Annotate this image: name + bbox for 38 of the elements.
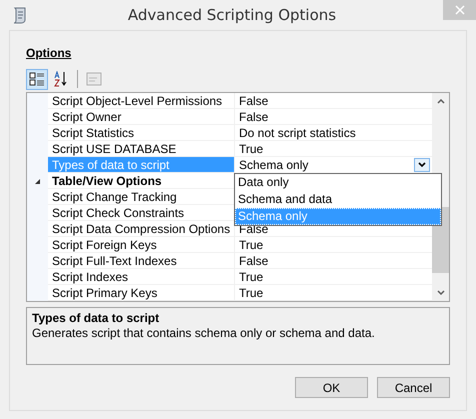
property-name[interactable]: Script Primary Keys (48, 285, 234, 301)
property-value[interactable]: Schema only (235, 157, 414, 173)
cancel-button[interactable]: Cancel (377, 377, 450, 398)
chevron-down-icon (436, 290, 444, 295)
category-label: Table/View Options (48, 173, 234, 189)
property-name[interactable]: Script USE DATABASE (48, 141, 234, 157)
property-name[interactable]: Script Indexes (48, 269, 234, 285)
categorized-icon (29, 71, 45, 87)
property-pages-icon (86, 72, 102, 86)
description-title: Types of data to script (32, 311, 160, 325)
scroll-icon (12, 6, 28, 24)
property-value: False (234, 109, 432, 125)
window-title: Advanced Scripting Options (126, 6, 338, 24)
property-value: True (234, 237, 432, 253)
property-value: True (234, 141, 432, 157)
dropdown-button[interactable] (414, 158, 430, 172)
property-name[interactable]: Script Data Compression Options (48, 221, 234, 237)
property-name[interactable]: Script Foreign Keys (48, 237, 234, 253)
description-text: Generates script that contains schema only or schema and data. (32, 326, 375, 340)
property-name[interactable]: Script Object-Level Permissions (48, 93, 234, 109)
chevron-up-icon (436, 99, 444, 104)
property-value: True (234, 285, 432, 301)
close-icon (454, 5, 464, 15)
property-name[interactable]: Script Statistics (48, 125, 234, 141)
expand-icon[interactable] (34, 178, 41, 184)
ok-button[interactable]: OK (295, 377, 368, 398)
sort-icon (53, 71, 69, 87)
categorized-button[interactable] (26, 68, 48, 90)
chevron-down-icon (418, 162, 426, 168)
property-value: True (234, 269, 432, 285)
property-name[interactable]: Script Check Constraints (48, 205, 234, 221)
property-value: False (234, 253, 432, 269)
property-value: False (234, 93, 432, 109)
property-name[interactable]: Script Full-Text Indexes (48, 253, 234, 269)
property-value: Do not script statistics (234, 125, 432, 141)
property-name[interactable]: Script Change Tracking (48, 189, 234, 205)
property-name[interactable]: Script Owner (48, 109, 234, 125)
section-label: Options (26, 46, 72, 60)
